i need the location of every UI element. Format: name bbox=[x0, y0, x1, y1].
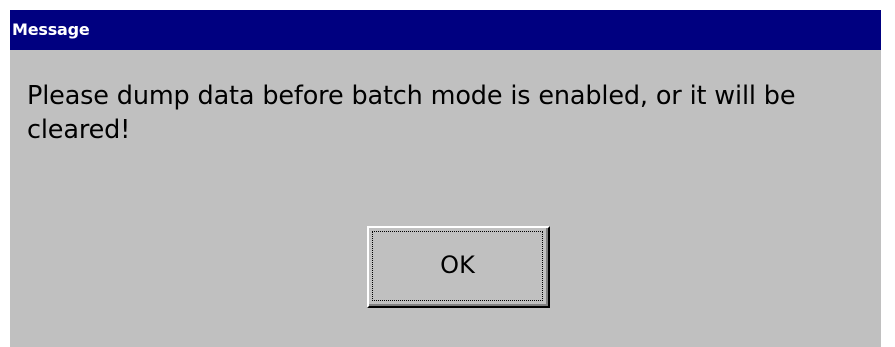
message-dialog: Message Please dump data before batch mo… bbox=[10, 10, 881, 347]
dialog-title: Message bbox=[12, 20, 90, 39]
ok-button-label: OK bbox=[440, 251, 475, 279]
dialog-titlebar[interactable]: Message bbox=[10, 10, 881, 50]
ok-button[interactable]: OK bbox=[367, 226, 550, 308]
dialog-message: Please dump data before batch mode is en… bbox=[27, 81, 796, 145]
